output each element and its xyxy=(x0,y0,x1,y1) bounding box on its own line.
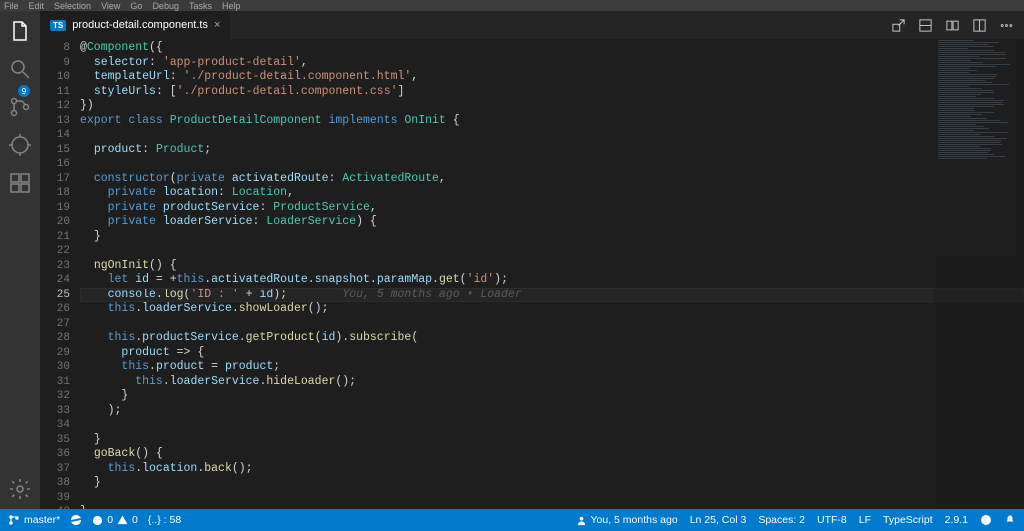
encoding-button[interactable]: UTF-8 xyxy=(817,514,847,526)
line-gutter: 8910111213141516171819202122232425262728… xyxy=(40,39,80,509)
close-icon[interactable]: × xyxy=(214,19,220,31)
preview-icon[interactable] xyxy=(891,18,906,33)
settings-icon[interactable] xyxy=(8,477,32,501)
menu-item[interactable]: Tasks xyxy=(189,1,212,11)
menu-item[interactable]: Go xyxy=(130,1,142,11)
code-editor[interactable]: 8910111213141516171819202122232425262728… xyxy=(40,39,1024,509)
scm-icon[interactable] xyxy=(8,95,32,119)
menu-item[interactable]: View xyxy=(101,1,120,11)
activity-bar: 9 xyxy=(0,11,40,509)
ports-button[interactable]: {..} : 58 xyxy=(148,514,181,526)
blame-info[interactable]: You, 5 months ago xyxy=(576,514,678,526)
cursor-position[interactable]: Ln 25, Col 3 xyxy=(690,514,747,526)
menubar: File Edit Selection View Go Debug Tasks Help xyxy=(0,0,1024,11)
menu-item[interactable]: Help xyxy=(222,1,241,11)
eol-button[interactable]: LF xyxy=(859,514,871,526)
explorer-icon[interactable] xyxy=(8,19,32,43)
sync-button[interactable] xyxy=(70,514,82,526)
tab-filename: product-detail.component.ts xyxy=(72,19,208,31)
language-button[interactable]: TypeScript xyxy=(883,514,933,526)
tab-bar: TS product-detail.component.ts × xyxy=(40,11,1024,39)
minimap[interactable] xyxy=(934,39,1024,509)
feedback-icon[interactable] xyxy=(980,514,992,526)
code-content[interactable]: @Component({ selector: 'app-product-deta… xyxy=(80,39,1024,509)
split-right-icon[interactable] xyxy=(972,18,987,33)
problems-button[interactable]: 0 0 xyxy=(92,514,138,526)
typescript-badge-icon: TS xyxy=(50,20,66,31)
more-icon[interactable] xyxy=(999,18,1014,33)
debug-icon[interactable] xyxy=(8,133,32,157)
indentation-button[interactable]: Spaces: 2 xyxy=(758,514,805,526)
search-icon[interactable] xyxy=(8,57,32,81)
menu-item[interactable]: Debug xyxy=(152,1,179,11)
extensions-icon[interactable] xyxy=(8,171,32,195)
menu-item[interactable]: Selection xyxy=(54,1,91,11)
split-down-icon[interactable] xyxy=(918,18,933,33)
scm-badge: 9 xyxy=(18,85,30,97)
branch-button[interactable]: master* xyxy=(8,514,60,526)
status-bar: master* 0 0 {..} : 58 You, 5 months ago … xyxy=(0,509,1024,531)
compare-icon[interactable] xyxy=(945,18,960,33)
menu-item[interactable]: File xyxy=(4,1,19,11)
notifications-icon[interactable] xyxy=(1004,514,1016,526)
tslint-button[interactable]: 2.9.1 xyxy=(945,514,968,526)
menu-item[interactable]: Edit xyxy=(29,1,45,11)
editor-tab[interactable]: TS product-detail.component.ts × xyxy=(40,11,231,39)
